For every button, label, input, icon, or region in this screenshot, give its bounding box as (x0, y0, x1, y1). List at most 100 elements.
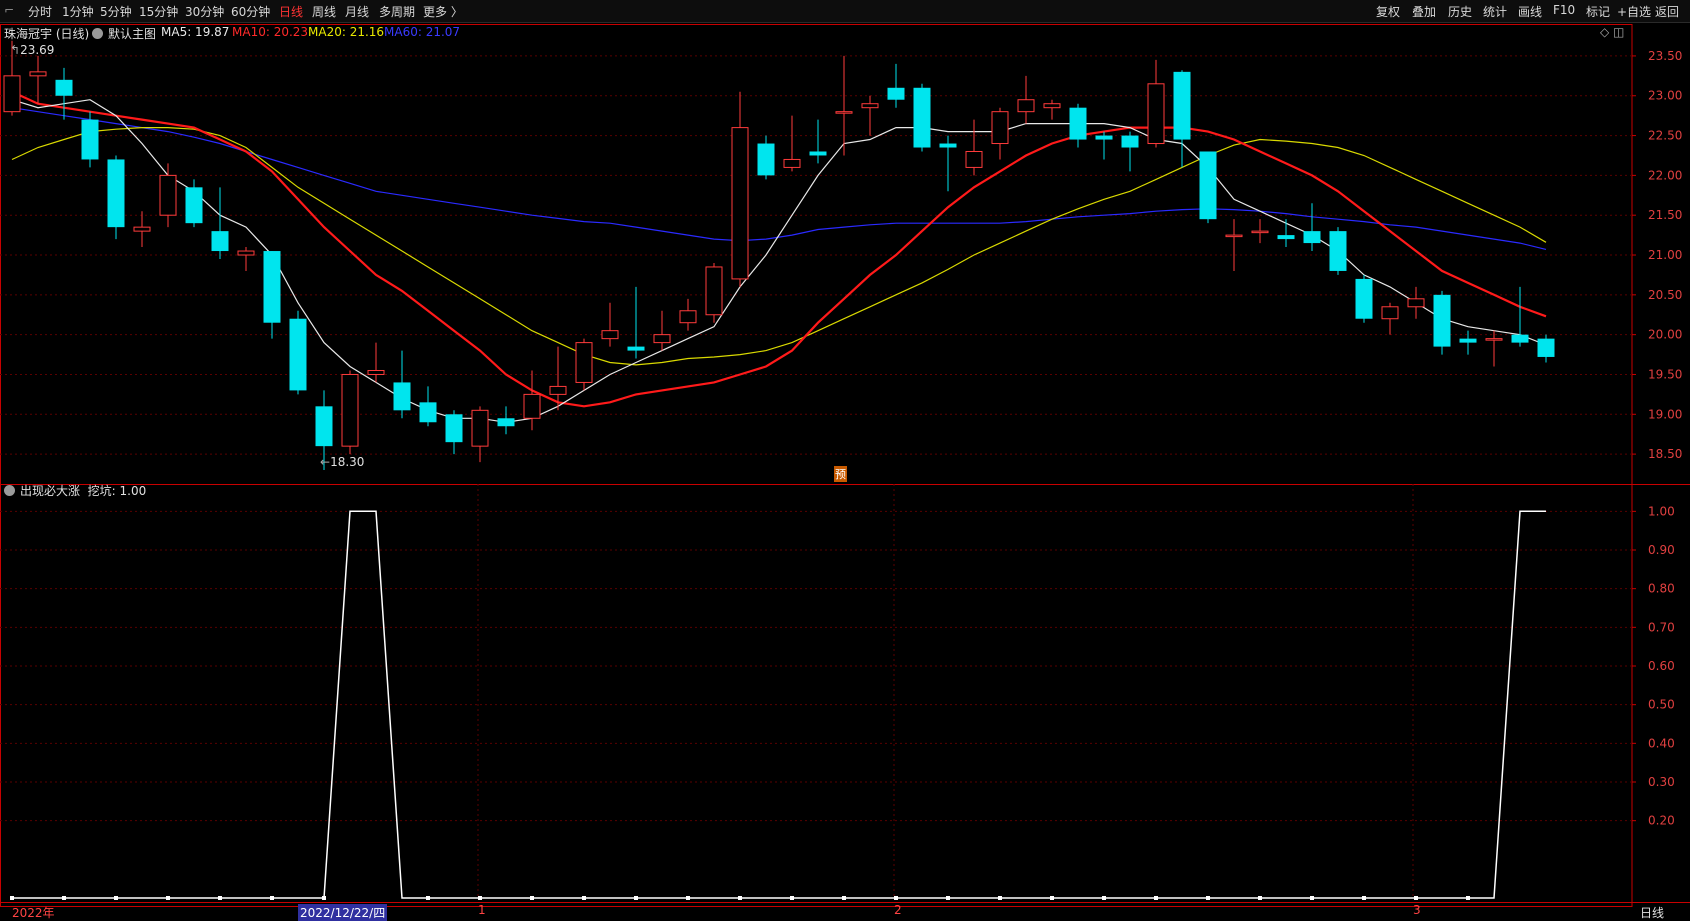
main-y-tick-label: 22.00 (1648, 168, 1682, 182)
candle-body-up (29, 71, 47, 77)
candle-body-down (1303, 231, 1321, 244)
candle-body-up (1251, 230, 1269, 234)
indicator-zero-dot (582, 896, 586, 900)
candle-body-down (1069, 107, 1087, 140)
indicator-zero-dot (10, 896, 14, 900)
main-y-tick-label: 20.00 (1648, 328, 1682, 342)
candle-body-up (1485, 338, 1503, 341)
candle-body-up (991, 111, 1009, 145)
indicator-zero-dot (790, 896, 794, 900)
main-y-tick-label: 23.50 (1648, 49, 1682, 63)
ma10-legend: MA10: 20.23 (232, 25, 309, 39)
main-y-tick-label: 23.00 (1648, 89, 1682, 103)
candle-body-down (757, 143, 775, 176)
indicator-zero-dot (946, 896, 950, 900)
candle-body-up (835, 111, 853, 114)
ma20-legend: MA20: 21.16 (308, 25, 385, 39)
candle-body-down (1173, 71, 1191, 140)
indicator-zero-dot (478, 896, 482, 900)
candle-body-down (1199, 151, 1217, 220)
indicator-y-tick-label: 0.50 (1648, 698, 1675, 712)
candle-body-down (185, 187, 203, 224)
indicator-y-tick-label: 0.80 (1648, 582, 1675, 596)
candle-body-down (1433, 294, 1451, 347)
candle-body-down (887, 87, 905, 100)
candle-body-down (1459, 338, 1477, 343)
candle-body-down (55, 79, 73, 96)
indicator-y-tick-label: 0.90 (1648, 543, 1675, 557)
indicator-zero-dot (1466, 896, 1470, 900)
indicator-zero-dot (1362, 896, 1366, 900)
candle-body-up (471, 409, 489, 447)
candle-body-down (809, 151, 827, 156)
high-value: 23.69 (20, 43, 55, 57)
indicator-zero-dot (634, 896, 638, 900)
stock-chart: 23.50 23.00 22.50 22.00 21.50 21.00 20.50 20.00… (0, 24, 1690, 907)
candle-body-up (1407, 298, 1425, 308)
indicator-zero-dot (218, 896, 222, 900)
indicator-zero-dot (842, 896, 846, 900)
ma10-line (11, 90, 1547, 408)
candle-body-down (913, 87, 931, 148)
candle-body-down (627, 346, 645, 351)
candle-body-down (107, 159, 125, 228)
candle-body-down (1537, 338, 1555, 357)
high-marker: ↰23.69 (10, 43, 55, 57)
indicator-zero-dot (1102, 896, 1106, 900)
candle-body-down (1355, 278, 1373, 319)
indicator-frame (0, 484, 1633, 907)
indicator-value: 挖坑: 1.00 (87, 484, 147, 498)
indicator-zero-dot (270, 896, 274, 900)
candle-body-up (341, 373, 359, 447)
candle-body-down (263, 251, 281, 323)
chevron-down-icon (92, 28, 103, 39)
candle-body-up (549, 385, 567, 395)
indicator-zero-dot (998, 896, 1002, 900)
date-month-mar: 3 (1413, 903, 1421, 917)
indicator-title: 出现必大涨 挖坑: 1.00 (4, 482, 146, 499)
indicator-zero-dot (894, 896, 898, 900)
candle-body-up (1381, 306, 1399, 320)
candle-body-down (393, 382, 411, 411)
indicator-zero-dot (1310, 896, 1314, 900)
template-dropdown[interactable]: 默认主图 (92, 25, 156, 42)
stock-title: 珠海冠宇 (日线) (4, 27, 90, 41)
candle-body-up (679, 310, 697, 324)
candle-body-up (705, 266, 723, 316)
candle-body-down (1329, 231, 1347, 271)
candle-body-down (445, 414, 463, 443)
candle-body-down (289, 318, 307, 391)
template-label: 默认主图 (108, 27, 157, 41)
chart-options-icon[interactable]: ◇ ◫ (1600, 25, 1624, 39)
date-cursor: 2022/12/22/四 (298, 904, 388, 921)
ma20-line (11, 127, 1547, 366)
indicator-y-tick-label: 0.30 (1648, 775, 1675, 789)
low-marker: ←18.30 (320, 455, 365, 469)
indicator-zero-dot (530, 896, 534, 900)
candle-body-down (939, 143, 957, 148)
candle-body-up (653, 334, 671, 344)
candle-body-down (211, 231, 229, 252)
indicator-zero-dot (1050, 896, 1054, 900)
candle-body-up (965, 150, 983, 168)
candle-body-up (575, 342, 593, 383)
candle-body-up (3, 75, 21, 113)
chevron-down-icon[interactable] (4, 485, 15, 496)
candle-body-up (1043, 103, 1061, 109)
main-y-tick-label: 21.50 (1648, 208, 1682, 222)
candle-body-up (1225, 234, 1243, 238)
date-year: 2022年 (12, 906, 55, 920)
candle-body-up (237, 250, 255, 256)
ma60-legend: MA60: 21.07 (384, 25, 461, 39)
period-label: 日线 (1640, 906, 1665, 920)
candle-body-down (419, 402, 437, 423)
candle-body-down (497, 418, 515, 427)
indicator-zero-dot (1206, 896, 1210, 900)
candle-body-up (731, 127, 749, 280)
indicator-zero-dot (322, 896, 326, 900)
ma5-line (11, 99, 1547, 423)
indicator-y-tick-label: 0.40 (1648, 736, 1675, 750)
forecast-badge[interactable]: 预 (834, 466, 847, 482)
indicator-y-tick-label: 0.60 (1648, 659, 1675, 673)
indicator-zero-dot (62, 896, 66, 900)
